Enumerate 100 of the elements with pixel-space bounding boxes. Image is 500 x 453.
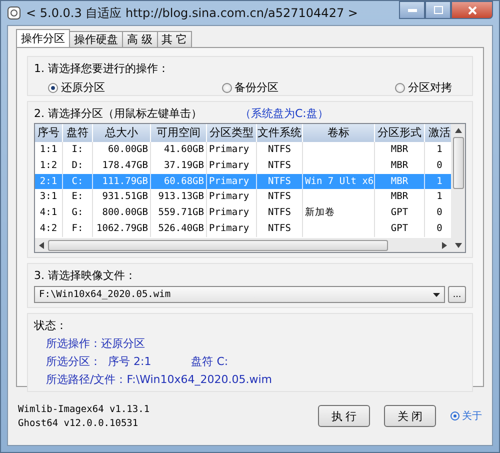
table-cell: 1062.79GB bbox=[96, 222, 148, 234]
table-cell: MBR bbox=[390, 160, 408, 171]
table-cell: F: bbox=[72, 222, 84, 234]
maximize-icon bbox=[434, 6, 442, 14]
table-cell: C: bbox=[72, 176, 84, 187]
group-label: 1. 请选择您要进行的操作： bbox=[34, 61, 170, 76]
table-cell: E: bbox=[72, 191, 84, 202]
minimize-button[interactable] bbox=[399, 1, 425, 19]
radio-option[interactable]: 分区对拷 bbox=[395, 80, 452, 95]
table-cell: Primary bbox=[209, 144, 250, 155]
column-header[interactable]: 序号 bbox=[35, 124, 63, 142]
table-cell: 559.71GB bbox=[158, 207, 204, 218]
table-cell: 913.13GB bbox=[158, 191, 204, 202]
version-text: Wimlib-Imagex64 v1.13.1 bbox=[18, 404, 150, 414]
table-cell: 800.00GB bbox=[102, 207, 148, 218]
radio-label: 备份分区 bbox=[234, 80, 278, 95]
table-cell: NTFS bbox=[268, 191, 291, 202]
table-cell: 60.68GB bbox=[164, 176, 204, 187]
window-title: < 5.0.0.3 自适应 http://blog.sina.com.cn/a527104427 > bbox=[26, 4, 358, 22]
column-header[interactable]: 总大小 bbox=[93, 124, 151, 142]
radio-button[interactable] bbox=[48, 82, 58, 92]
close-button[interactable] bbox=[451, 1, 493, 19]
tab[interactable]: 操作分区 bbox=[16, 29, 70, 47]
table-cell: 111.79GB bbox=[102, 176, 148, 187]
table-cell: 41.60GB bbox=[164, 144, 204, 155]
table-cell: G: bbox=[72, 207, 84, 218]
tab[interactable]: 高 级 bbox=[122, 31, 158, 47]
app-icon bbox=[7, 6, 21, 20]
table-cell: 1:1 bbox=[40, 144, 58, 155]
table-cell: Primary bbox=[209, 207, 250, 218]
radio-button[interactable] bbox=[222, 82, 232, 92]
status-text: 所选路径/文件：F:\Win10x64_2020.05.wim bbox=[46, 372, 272, 387]
scroll-thumb[interactable] bbox=[452, 136, 464, 190]
table-cell: I: bbox=[72, 144, 84, 155]
table-cell: 60.00GB bbox=[108, 144, 148, 155]
table-cell: 1 bbox=[436, 144, 442, 155]
table-cell: 0 bbox=[436, 207, 442, 218]
table-cell: 3:1 bbox=[40, 191, 58, 202]
table-cell: 931.51GB bbox=[102, 191, 148, 202]
group-label: 3. 请选择映像文件： bbox=[34, 268, 137, 283]
tab[interactable]: 操作硬盘 bbox=[69, 31, 123, 47]
tab[interactable]: 其 它 bbox=[156, 31, 192, 47]
table-cell: NTFS bbox=[268, 144, 291, 155]
table-cell: Primary bbox=[209, 222, 250, 234]
table-cell: MBR bbox=[390, 144, 408, 155]
status-text: 盘符 C: bbox=[191, 354, 228, 369]
version-text: Ghost64 v12.0.0.10531 bbox=[18, 418, 140, 428]
close-icon bbox=[468, 6, 476, 14]
scroll-up-icon bbox=[454, 128, 462, 133]
column-header[interactable]: 盘符 bbox=[63, 124, 93, 142]
table-cell: NTFS bbox=[268, 160, 291, 171]
table-cell: 2:1 bbox=[40, 176, 58, 187]
execute-button[interactable]: 执 行 bbox=[318, 405, 370, 427]
radio-option[interactable]: 还原分区 bbox=[48, 80, 105, 95]
vertical-scrollbar[interactable] bbox=[451, 124, 465, 252]
radio-label: 还原分区 bbox=[61, 80, 105, 95]
table-cell: 1:2 bbox=[40, 160, 58, 171]
scroll-left-icon bbox=[39, 242, 44, 248]
status-text: 所选操作：还原分区 bbox=[46, 336, 145, 351]
table-cell: 4:2 bbox=[40, 222, 58, 234]
horizontal-scrollbar[interactable] bbox=[35, 238, 451, 252]
close-dialog-button[interactable]: 关 闭 bbox=[384, 405, 436, 427]
table-cell: GPT bbox=[390, 207, 408, 218]
table-cell: Win 7 Ult x6 bbox=[305, 176, 374, 187]
radio-option[interactable]: 备份分区 bbox=[222, 80, 278, 95]
column-header[interactable]: 卷标 bbox=[303, 124, 375, 142]
table-cell: GPT bbox=[390, 222, 408, 234]
table-cell: 4:1 bbox=[40, 207, 58, 218]
caret-icon bbox=[433, 292, 440, 296]
table-cell: Primary bbox=[209, 191, 250, 202]
radio-button[interactable] bbox=[395, 82, 405, 92]
about-link[interactable]: 关于 bbox=[450, 409, 482, 423]
status-label: 状态： bbox=[34, 318, 68, 333]
column-header[interactable]: 分区形式 bbox=[375, 124, 425, 142]
table-cell: 0 bbox=[436, 222, 442, 234]
maximize-button[interactable] bbox=[425, 1, 451, 19]
status-text: 所选分区： 序号 2:1 bbox=[46, 354, 152, 369]
table-cell: NTFS bbox=[268, 207, 291, 218]
system-disk-note: （系统盘为C:盘） bbox=[240, 106, 328, 121]
table-cell: 新加卷 bbox=[305, 207, 335, 218]
image-file-dropdown[interactable]: F:\Win10x64_2020.05.wim bbox=[34, 286, 445, 303]
radio-label: 分区对拷 bbox=[408, 80, 452, 95]
table-cell: MBR bbox=[390, 191, 408, 202]
table-cell: 1 bbox=[436, 191, 442, 202]
table-cell: D: bbox=[72, 160, 84, 171]
scroll-down-icon bbox=[454, 243, 462, 248]
table-cell: 178.47GB bbox=[102, 160, 148, 171]
browse-button[interactable]: ... bbox=[448, 286, 466, 303]
table-cell: 0 bbox=[436, 160, 442, 171]
column-header[interactable]: 文件系统 bbox=[257, 124, 303, 142]
table-cell: NTFS bbox=[268, 176, 291, 187]
minimize-icon bbox=[408, 8, 416, 12]
column-header[interactable]: 可用空间 bbox=[151, 124, 207, 142]
table-cell: Primary bbox=[209, 160, 250, 171]
scroll-thumb[interactable] bbox=[48, 240, 388, 250]
table-cell: 37.19GB bbox=[164, 160, 204, 171]
column-header[interactable]: 分区类型 bbox=[207, 124, 257, 142]
table-cell: 526.40GB bbox=[158, 222, 204, 234]
scroll-right-icon bbox=[442, 242, 447, 248]
table-cell: 1 bbox=[436, 176, 442, 187]
